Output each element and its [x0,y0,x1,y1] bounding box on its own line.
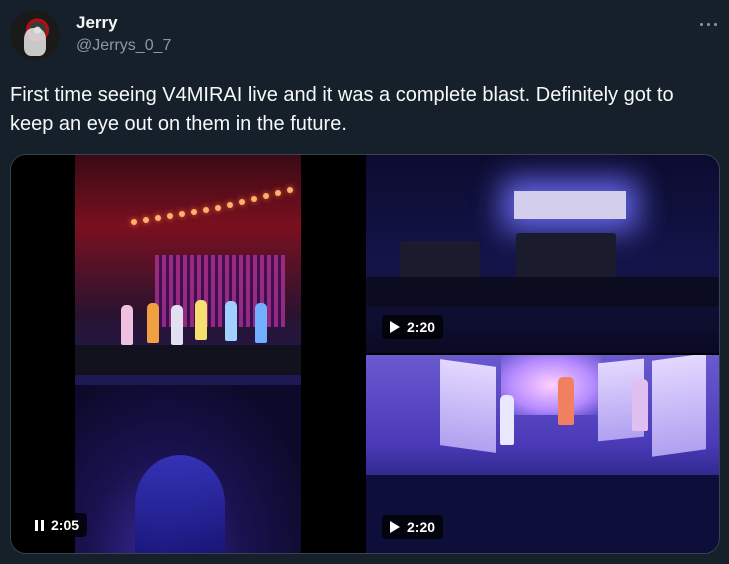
performer-figure [171,305,183,345]
video-duration: 2:20 [407,319,436,335]
seat-back [135,455,225,553]
performer-figure [255,303,267,343]
media-grid: 2:05 2:20 2:20 [10,154,720,554]
concert-scene-image [75,155,301,553]
performer-figure [195,300,207,340]
video-duration: 2:20 [407,519,436,535]
speaker [400,241,480,279]
video-player-2[interactable]: 2:20 [366,155,719,353]
author-handle[interactable]: @Jerrys_0_7 [76,37,171,55]
performer-figure [121,305,133,345]
more-dot-icon [713,22,717,26]
duration-badge: 2:20 [382,315,444,339]
more-dot-icon [699,22,703,26]
author-name[interactable]: Jerry [76,13,118,33]
pause-icon [35,519,44,531]
video-duration: 2:05 [51,517,80,533]
stage-lights [131,185,301,235]
more-dot-icon [706,22,710,26]
speaker [516,233,616,279]
stage [75,345,301,375]
tweet-text: First time seeing V4MIRAI live and it wa… [10,84,674,135]
more-options-button[interactable] [690,10,726,38]
performer-figure [147,303,159,343]
stage-floor [366,475,719,553]
duration-badge: 2:05 [27,513,88,537]
speaker [366,277,719,307]
stage-panel [652,355,706,457]
performer-figure [225,301,237,341]
performer-figure [500,395,514,445]
performer-figure [558,377,574,425]
video-player-1[interactable]: 2:05 [11,155,364,553]
stage-backdrop [501,355,601,415]
play-icon [390,321,400,333]
video-player-3[interactable]: 2:20 [366,355,719,553]
stage-light-glow [514,191,626,219]
play-icon [390,521,400,533]
stage-panel [440,359,496,453]
performer-figure [632,379,648,431]
avatar[interactable] [10,10,60,60]
duration-badge: 2:20 [382,515,444,539]
